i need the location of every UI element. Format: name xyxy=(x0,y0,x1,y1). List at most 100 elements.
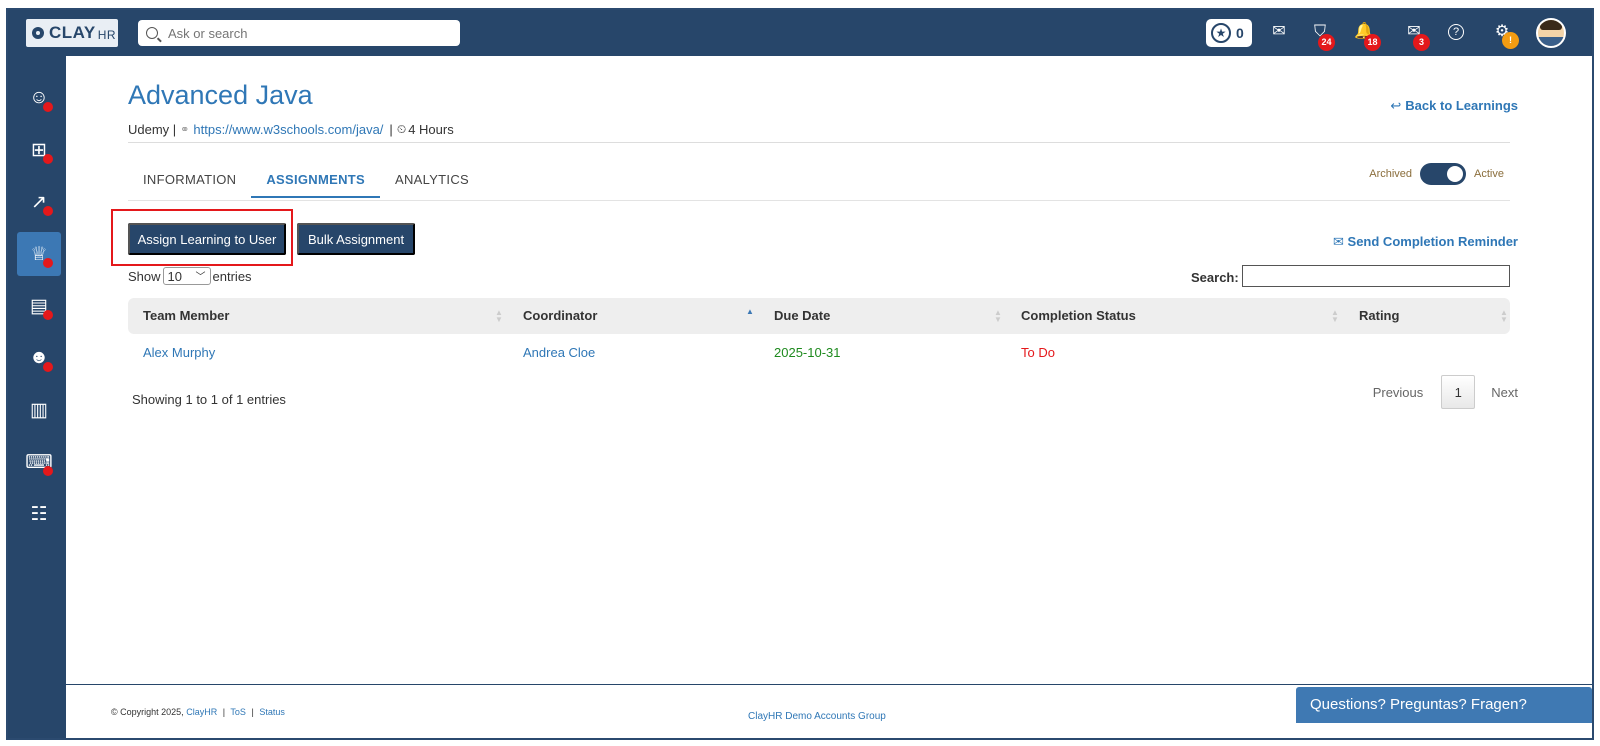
sidebar-item-tasks[interactable]: ☷ xyxy=(17,492,61,536)
next-button[interactable]: Next xyxy=(1491,385,1518,400)
notification-dot xyxy=(43,466,53,476)
table-search-input[interactable] xyxy=(1242,265,1510,287)
pagination: Previous 1 Next xyxy=(1373,375,1518,409)
back-to-learnings-link[interactable]: ↩ Back to Learnings xyxy=(1390,98,1518,114)
archived-active-toggle[interactable] xyxy=(1420,163,1467,185)
footer-sep: | xyxy=(251,707,254,717)
notification-dot xyxy=(43,154,53,164)
table-header: Team Member ▲ ▼ Coordinator ▲ Due Date ▲ ▼… xyxy=(128,298,1510,334)
column-team-member[interactable]: Team Member xyxy=(143,298,229,334)
logo-mark-icon xyxy=(32,27,44,39)
learning-badge: 24 xyxy=(1318,34,1335,51)
global-search[interactable] xyxy=(138,20,460,46)
help-widget-button[interactable]: Questions? Preguntas? Fragen? xyxy=(1296,687,1592,723)
table-row: Alex Murphy Andrea Cloe 2025-10-31 To Do xyxy=(128,334,1510,372)
avatar-shirt xyxy=(1538,37,1564,46)
clipboard-icon: ☷ xyxy=(30,503,48,525)
sort-icon: ▲ ▼ xyxy=(1331,308,1339,324)
notification-dot xyxy=(43,258,53,268)
back-arrow-icon: ↩ xyxy=(1390,98,1402,113)
sidebar: ☺ ⊞ ↗ ♕ ▤ ☻ ▥ ⌨ ☷ xyxy=(8,56,66,738)
notifications-badge: 18 xyxy=(1364,34,1381,51)
sidebar-item-learning[interactable]: ♕ xyxy=(17,232,61,276)
cell-completion-status: To Do xyxy=(1021,345,1055,360)
assign-learning-button[interactable]: Assign Learning to User xyxy=(128,223,286,255)
message-icon[interactable]: ✉ xyxy=(1269,22,1289,42)
toggle-active-label: Active xyxy=(1474,168,1504,180)
tab-analytics[interactable]: ANALYTICS xyxy=(380,164,484,198)
learning-meta: Udemy | ⚭ https://www.w3schools.com/java… xyxy=(128,122,454,137)
top-bar: CLAY HR ★ 0 ✉ ⛉ 24 🔔 18 ✉ 3 ? ⚙ ! xyxy=(8,10,1592,56)
page-1-button[interactable]: 1 xyxy=(1441,375,1476,409)
sidebar-item-people[interactable]: ☺ xyxy=(17,76,61,120)
tos-link[interactable]: ToS xyxy=(230,707,246,717)
cell-team-member[interactable]: Alex Murphy xyxy=(143,334,215,372)
entries-length-control: Show 10 ﹀ entries xyxy=(128,267,252,285)
user-avatar[interactable] xyxy=(1536,18,1566,48)
duration-label: 4 Hours xyxy=(408,122,454,137)
clayhr-link[interactable]: ClayHR xyxy=(186,707,217,717)
logo-suffix: HR xyxy=(97,27,117,42)
page-title: Advanced Java xyxy=(128,80,313,110)
tab-assignments[interactable]: ASSIGNMENTS xyxy=(251,164,380,198)
meta-separator: | xyxy=(389,122,393,137)
course-url-link[interactable]: https://www.w3schools.com/java/ xyxy=(193,122,383,137)
column-rating[interactable]: Rating xyxy=(1359,298,1399,334)
notification-dot xyxy=(43,102,53,112)
tab-information[interactable]: INFORMATION xyxy=(128,164,251,198)
sort-icon: ▲ ▼ xyxy=(994,308,1002,324)
logo-text: CLAY xyxy=(49,23,96,42)
column-completion-status[interactable]: Completion Status xyxy=(1021,298,1136,334)
reminder-label: Send Completion Reminder xyxy=(1347,234,1518,249)
footer-sep: | xyxy=(222,707,226,717)
entries-select[interactable]: 10 ﹀ xyxy=(162,267,211,285)
provider-label: Udemy | xyxy=(128,122,177,137)
copyright: © Copyright 2025, ClayHR | ToS | Status xyxy=(111,707,285,717)
table-search-label: Search: xyxy=(1191,270,1239,285)
footer: © Copyright 2025, ClayHR | ToS | Status … xyxy=(66,684,1592,738)
app-frame: CLAY HR ★ 0 ✉ ⛉ 24 🔔 18 ✉ 3 ? ⚙ ! ☺ ⊞ xyxy=(6,8,1594,740)
sidebar-item-onboarding[interactable]: ⌨ xyxy=(17,440,61,484)
previous-button[interactable]: Previous xyxy=(1373,385,1424,400)
divider xyxy=(128,142,1510,143)
chevron-down-icon: ﹀ xyxy=(195,272,206,283)
link-icon: ⚭ xyxy=(180,124,190,136)
sort-icon: ▲ ▼ xyxy=(495,308,503,324)
global-search-input[interactable] xyxy=(168,25,428,41)
account-group: ClayHR Demo Accounts Group xyxy=(748,711,886,722)
column-coordinator[interactable]: Coordinator xyxy=(523,298,597,334)
clayhr-logo[interactable]: CLAY HR xyxy=(26,19,118,47)
tabs-divider xyxy=(128,200,1510,201)
toggle-archived-label: Archived xyxy=(1369,168,1413,180)
sort-icon: ▲ ▼ xyxy=(1500,308,1508,324)
send-reminder-link[interactable]: ✉ Send Completion Reminder xyxy=(1333,234,1518,250)
entries-value: 10 xyxy=(167,268,182,284)
points-count: 0 xyxy=(1236,25,1244,41)
cell-coordinator[interactable]: Andrea Cloe xyxy=(523,334,595,372)
avatar-hair xyxy=(1540,20,1562,30)
tab-bar: INFORMATION ASSIGNMENTS ANALYTICS xyxy=(128,164,484,198)
notification-dot xyxy=(43,362,53,372)
sort-asc-icon: ▲ xyxy=(746,307,754,316)
notification-dot xyxy=(43,206,53,216)
sidebar-item-payroll[interactable]: ⊞ xyxy=(17,128,61,172)
entries-label: entries xyxy=(212,268,252,284)
settings-badge: ! xyxy=(1502,32,1519,49)
column-due-date[interactable]: Due Date xyxy=(774,298,830,334)
sidebar-item-recruiting[interactable]: ☻ xyxy=(17,336,61,380)
sidebar-item-reports[interactable]: ▥ xyxy=(17,388,61,432)
sidebar-item-documents[interactable]: ▤ xyxy=(17,284,61,328)
help-icon[interactable]: ? xyxy=(1448,24,1464,40)
table-info: Showing 1 to 1 of 1 entries xyxy=(132,392,286,407)
cell-due-date: 2025-10-31 xyxy=(774,345,841,360)
bulk-assignment-button[interactable]: Bulk Assignment xyxy=(297,223,415,255)
sidebar-item-performance[interactable]: ↗ xyxy=(17,180,61,224)
notification-dot xyxy=(43,310,53,320)
status-link[interactable]: Status xyxy=(259,707,285,717)
main-content: Advanced Java Udemy | ⚭ https://www.w3sc… xyxy=(66,56,1592,686)
points-counter[interactable]: ★ 0 xyxy=(1206,19,1252,47)
search-icon xyxy=(146,27,158,39)
star-icon: ★ xyxy=(1211,23,1231,43)
report-icon: ▥ xyxy=(30,399,48,421)
clock-icon: ⏲ xyxy=(396,122,407,136)
